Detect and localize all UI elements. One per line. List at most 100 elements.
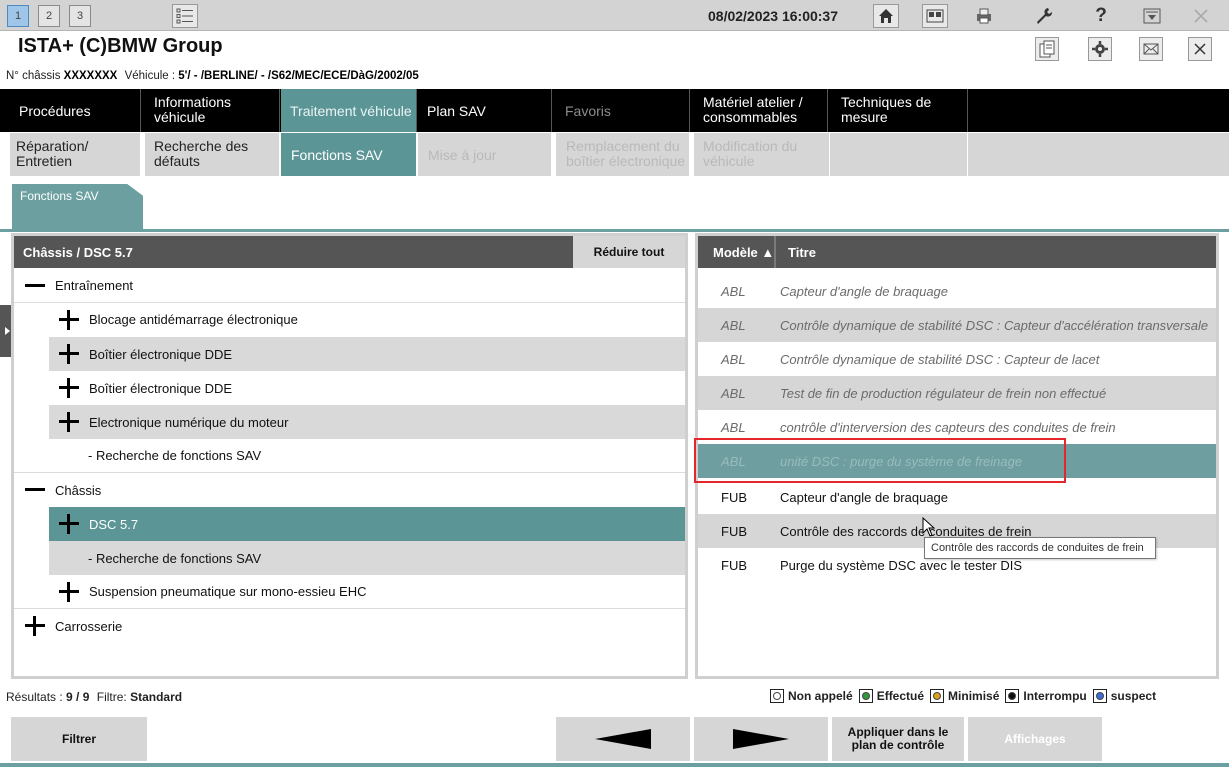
tree-node-engine-electronics[interactable]: Electronique numérique du moteur <box>49 405 685 439</box>
nav-workshop-equipment[interactable]: Matériel atelier / consommables <box>694 89 828 132</box>
legend-swatch-icon <box>1092 689 1107 703</box>
home-icon[interactable] <box>873 4 899 28</box>
minimize-window-icon[interactable] <box>1139 4 1165 28</box>
results-count: 9 / 9 <box>66 690 90 704</box>
tree-node-drivetrain[interactable]: Entraînement <box>14 269 685 303</box>
legend-label: Non appelé <box>788 689 853 703</box>
next-button[interactable] <box>694 717 828 761</box>
expand-plus-icon[interactable] <box>59 514 79 534</box>
row-model: ABL <box>721 351 746 367</box>
legend-label: Interrompu <box>1023 689 1087 703</box>
expand-plus-icon[interactable] <box>25 616 45 636</box>
nav-procedures[interactable]: Procédures <box>10 89 141 132</box>
list-header: Modèle ▲ Titre <box>698 236 1216 268</box>
tree-node-label: Entraînement <box>55 278 134 293</box>
session-tab-1[interactable]: 1 <box>7 5 29 27</box>
tree-node-ehc-suspension[interactable]: Suspension pneumatique sur mono-essieu E… <box>14 575 685 609</box>
apply-to-test-plan-button[interactable]: Appliquer dans le plan de contrôle <box>832 717 964 761</box>
list-row[interactable]: ABL Capteur d'angle de braquage <box>698 274 1216 308</box>
row-tooltip: Contrôle des raccords de conduites de fr… <box>924 537 1156 559</box>
displays-button[interactable]: Affichages <box>968 717 1102 761</box>
top-toolbar: 1 2 3 08/02/2023 16:00:37 ? <box>0 0 1229 31</box>
expand-plus-icon[interactable] <box>59 378 79 398</box>
expand-plus-icon[interactable] <box>59 309 79 330</box>
mail-icon[interactable] <box>1139 37 1163 61</box>
tree-node-function-search-2[interactable]: - Recherche de fonctions SAV <box>49 541 685 575</box>
list-row[interactable]: ABL Contrôle dynamique de stabilité DSC … <box>698 308 1216 342</box>
tree-node-chassis[interactable]: Châssis <box>14 473 685 507</box>
row-title: Contrôle dynamique de stabilité DSC : Ca… <box>780 351 1100 367</box>
legend-not-called: Non appelé <box>770 689 853 703</box>
list-row[interactable]: ABL Test de fin de production régulateur… <box>698 376 1216 410</box>
row-title: Purge du système DSC avec le tester DIS <box>780 557 1023 573</box>
tree-node-label: - Recherche de fonctions SAV <box>88 550 262 566</box>
tree-node-dsc-57[interactable]: DSC 5.7 <box>49 507 685 541</box>
subnav-service-functions[interactable]: Fonctions SAV <box>281 133 417 176</box>
tree-node-immobilizer[interactable]: Blocage antidémarrage électronique <box>14 303 685 337</box>
wrench-icon[interactable] <box>1031 4 1057 28</box>
arrow-right-icon <box>733 729 789 749</box>
tree-node-label: Suspension pneumatique sur mono-essieu E… <box>89 584 367 599</box>
list-row[interactable]: ABL Contrôle dynamique de stabilité DSC … <box>698 342 1216 376</box>
nav-favorites[interactable]: Favoris <box>556 89 690 132</box>
settings-gear-icon[interactable] <box>1088 37 1112 61</box>
document-icon[interactable] <box>1035 37 1059 61</box>
subnav-update[interactable]: Mise à jour <box>418 133 552 176</box>
results-label: Résultats : <box>6 690 63 704</box>
legend-interrupted: Interrompu <box>1005 689 1087 703</box>
nav-vehicle-processing[interactable]: Traitement véhicule <box>281 89 417 132</box>
row-model: FUB <box>721 557 747 573</box>
datetime-display: 08/02/2023 16:00:37 <box>708 8 838 24</box>
session-tab-3[interactable]: 3 <box>69 5 91 27</box>
tree-node-label: Carrosserie <box>55 618 123 634</box>
legend-label: suspect <box>1110 689 1157 703</box>
ista-window: 1 2 3 08/02/2023 16:00:37 ? ISTA+ (C)BMW… <box>0 0 1229 767</box>
tab-service-functions[interactable]: Fonctions SAV <box>12 184 143 229</box>
nav-vehicle-information[interactable]: Informations véhicule <box>145 89 280 132</box>
nav-measuring-techniques[interactable]: Techniques de mesure <box>832 89 968 132</box>
results-line: Résultats : 9 / 9 Filtre: Standard <box>6 690 182 704</box>
column-model-header[interactable]: Modèle ▲ <box>713 245 774 260</box>
connection-manager-icon[interactable] <box>922 4 948 28</box>
tree-node-label: DSC 5.7 <box>89 516 139 532</box>
collapse-minus-icon[interactable] <box>25 276 45 296</box>
legend-label: Minimisé <box>948 689 1000 703</box>
close-session-icon[interactable] <box>1188 37 1212 61</box>
close-app-icon[interactable] <box>1188 4 1214 28</box>
column-title-header[interactable]: Titre <box>788 245 816 260</box>
app-title: ISTA+ (C)BMW Group <box>18 35 223 57</box>
subnav-repair-maintenance[interactable]: Réparation/ Entretien <box>10 133 141 176</box>
subnav-vehicle-modification[interactable]: Modification du véhicule <box>694 133 830 176</box>
tree-node-function-search-1[interactable]: - Recherche de fonctions SAV <box>14 439 685 473</box>
row-title: Test de fin de production régulateur de … <box>780 385 1107 401</box>
tree-header: Châssis / DSC 5.7 Réduire tout <box>14 236 685 268</box>
row-model: FUB <box>721 523 747 539</box>
list-row[interactable]: FUB Capteur d'angle de braquage <box>698 480 1216 514</box>
chassis-value: XXXXXXX <box>63 70 118 82</box>
filter-button[interactable]: Filtrer <box>11 717 147 761</box>
arrow-left-icon <box>595 729 651 749</box>
vehicle-value: 5'/ - /BERLINE/ - /S62/MEC/ECE/DàG/2002/… <box>178 70 419 82</box>
help-icon[interactable]: ? <box>1088 4 1114 28</box>
list-view-icon[interactable] <box>172 4 198 28</box>
previous-button[interactable] <box>556 717 690 761</box>
subnav-ecu-replacement[interactable]: Remplacement du boîtier électronique <box>556 133 690 176</box>
print-icon[interactable] <box>971 4 997 28</box>
collapse-minus-icon[interactable] <box>25 480 45 500</box>
legend-swatch-icon <box>858 689 873 703</box>
collapse-all-button[interactable]: Réduire tout <box>573 236 685 268</box>
mouse-cursor-icon <box>922 516 936 540</box>
status-legend: Non appelé Effectué Minimisé Interrompu … <box>770 689 1162 703</box>
expand-plus-icon[interactable] <box>59 581 79 602</box>
nav-service-plan[interactable]: Plan SAV <box>418 89 552 132</box>
function-tree-panel: Châssis / DSC 5.7 Réduire tout Entraînem… <box>11 233 688 679</box>
tree-node-body[interactable]: Carrosserie <box>14 609 685 643</box>
subnav-fault-finding[interactable]: Recherche des défauts <box>145 133 280 176</box>
tree-node-dde-1[interactable]: Boîtier électronique DDE <box>49 337 685 371</box>
expand-plus-icon[interactable] <box>59 412 79 432</box>
session-tab-2[interactable]: 2 <box>38 5 60 27</box>
legend-minimized: Minimisé <box>930 689 999 703</box>
filter-label: Filtre: <box>96 690 127 704</box>
expand-plus-icon[interactable] <box>59 344 79 364</box>
tree-node-dde-2[interactable]: Boîtier électronique DDE <box>14 371 685 405</box>
